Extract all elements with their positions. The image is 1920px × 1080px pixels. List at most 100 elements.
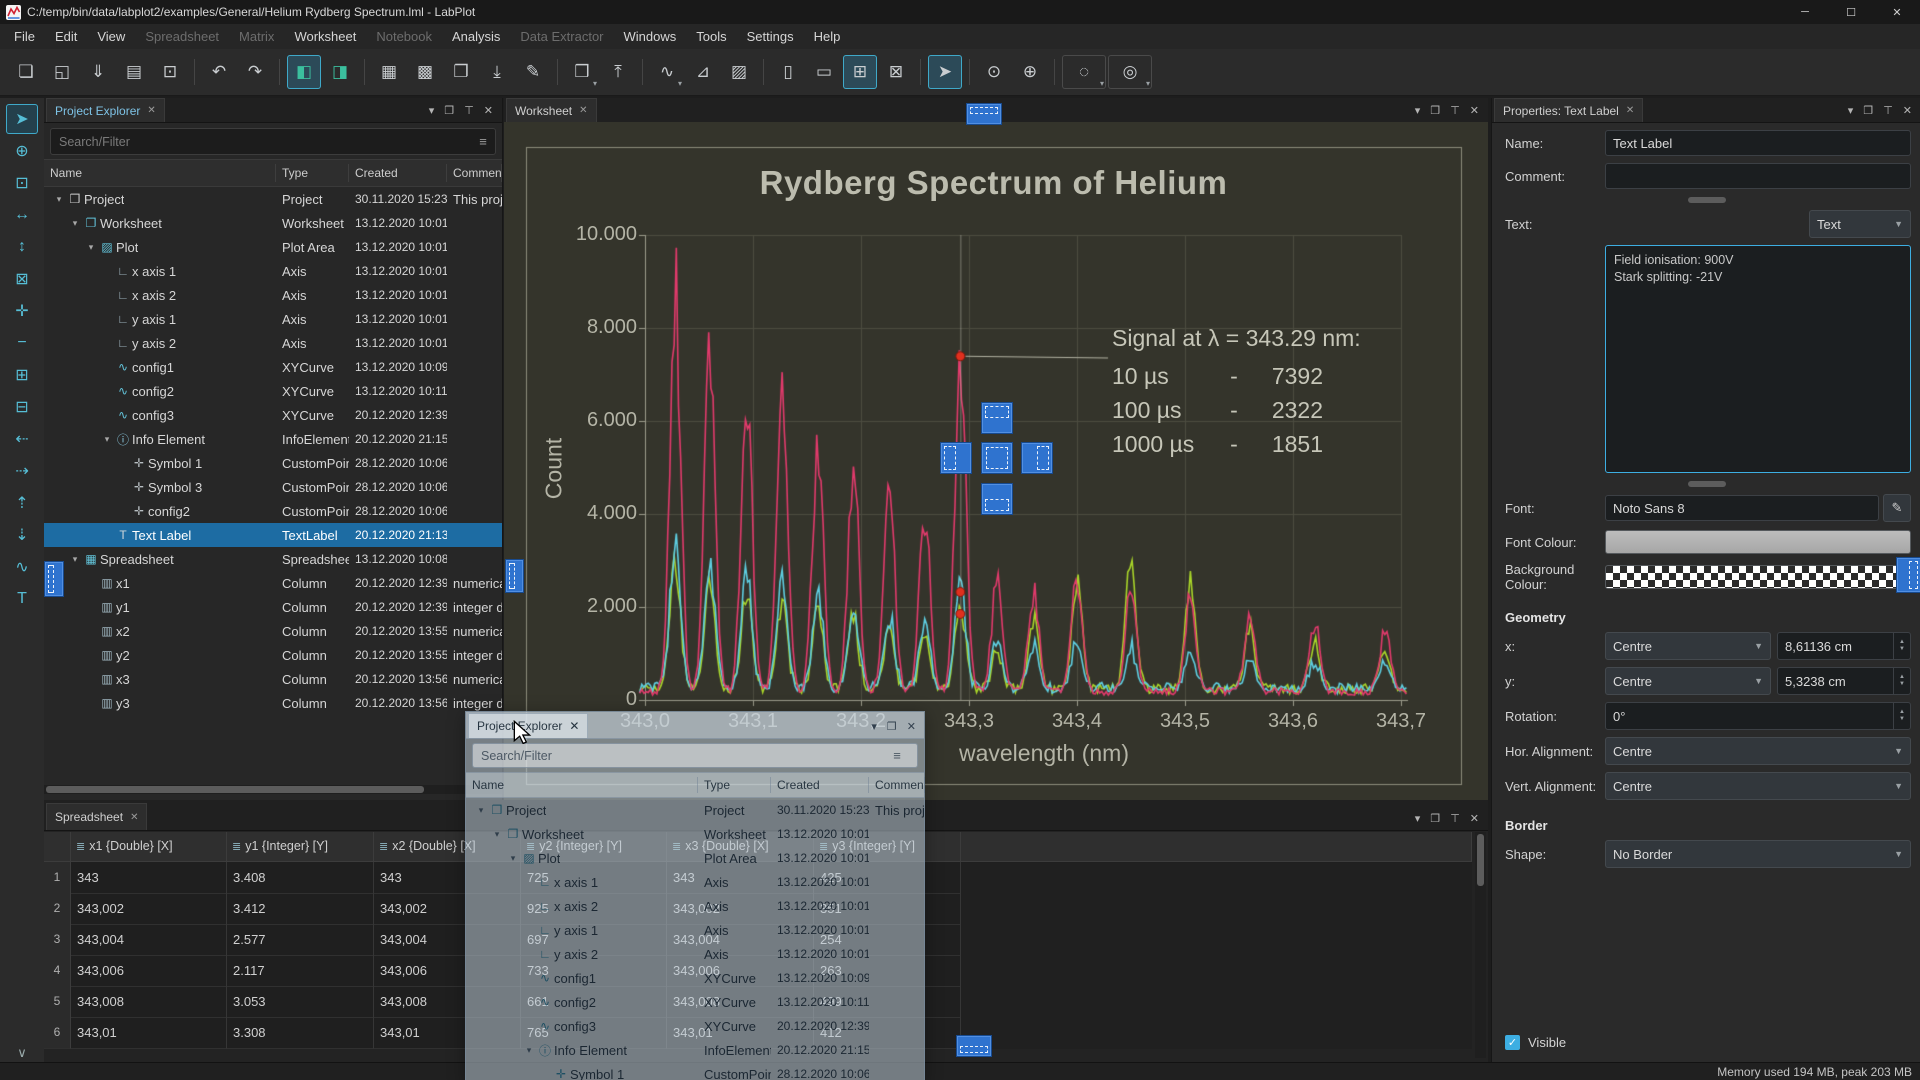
grid-layout-button[interactable]: ⊞ [843, 55, 877, 89]
save-project-button[interactable]: ⇓ [81, 55, 115, 89]
close-button[interactable]: ✕ [1874, 0, 1920, 24]
splitter-handle[interactable] [1688, 481, 1726, 487]
tree-row[interactable]: ▾❒ProjectProject30.11.2020 15:23This pro… [44, 187, 502, 211]
table-cell[interactable]: 3.408 [227, 862, 374, 894]
pointer-tool[interactable]: ➤ [6, 104, 38, 134]
zoom-mode-button[interactable]: ◎▾ [1108, 55, 1152, 89]
zoom-fit-button[interactable]: ⊕ [1013, 55, 1047, 89]
zoom-out-tool[interactable]: − [6, 328, 38, 358]
dock-pin-icon[interactable]: ⊤ [464, 104, 474, 117]
print-preview-button[interactable]: ⊡ [153, 55, 187, 89]
tree-row[interactable]: ∟x axis 2Axis13.12.2020 10:01 [44, 283, 502, 307]
comment-input[interactable] [1605, 163, 1911, 189]
menu-view[interactable]: View [87, 24, 135, 49]
dock-pin-icon[interactable]: ⊤ [1450, 812, 1460, 825]
new-worksheet-button[interactable]: ❐ [444, 55, 478, 89]
expander-icon[interactable]: ▾ [100, 434, 114, 445]
tree-row[interactable]: ∟y axis 1Axis13.12.2020 10:01 [44, 307, 502, 331]
split-view-button[interactable]: ◨ [323, 55, 357, 89]
minimize-button[interactable]: ─ [1782, 0, 1828, 24]
column-header-type[interactable]: Type [698, 777, 771, 793]
dock-menu-icon[interactable]: ▾ [429, 104, 435, 117]
shift-down-y-tool[interactable]: ⇣ [6, 520, 38, 550]
pointer-mode-button[interactable]: ➤ [928, 55, 962, 89]
new-object-button[interactable]: ❒▾ [565, 55, 599, 89]
tree-row[interactable]: ∿config3XYCurve20.12.2020 12:39 [44, 403, 502, 427]
table-cell[interactable]: 3.308 [227, 1017, 374, 1049]
tree-row[interactable]: ▥x3Column20.12.2020 13:56numerical [44, 667, 502, 691]
column-header-commen[interactable]: Commen [447, 164, 502, 182]
tree-row[interactable]: ▾▨PlotPlot Area13.12.2020 10:01 [466, 846, 924, 870]
plot-title[interactable]: Rydberg Spectrum of Helium [526, 164, 1461, 202]
spin-arrows-icon[interactable]: ▲▼ [1893, 703, 1910, 729]
tree-row[interactable]: ✛Symbol 3CustomPoint28.12.2020 10:06 [44, 475, 502, 499]
expander-icon[interactable]: ▾ [506, 853, 520, 864]
tab-close-icon[interactable]: ✕ [147, 105, 155, 116]
x-axis-label[interactable]: wavelength (nm) [894, 740, 1194, 767]
horizontal-layout-button[interactable]: ▭ [807, 55, 841, 89]
maximize-button[interactable]: ☐ [1828, 0, 1874, 24]
spin-arrows-icon[interactable]: ▲▼ [1893, 668, 1910, 694]
menu-edit[interactable]: Edit [45, 24, 87, 49]
spin-arrows-icon[interactable]: ▲▼ [1893, 633, 1910, 659]
x-offset-spinbox[interactable]: 8,61136 cm ▲▼ [1777, 632, 1911, 660]
menu-settings[interactable]: Settings [737, 24, 804, 49]
dock-pin-icon[interactable]: ⊤ [1883, 104, 1893, 117]
tree-row[interactable]: ∟y axis 1Axis13.12.2020 10:01 [466, 918, 924, 942]
row-number[interactable]: 2 [44, 893, 71, 925]
menu-help[interactable]: Help [804, 24, 851, 49]
expander-icon[interactable]: ▾ [474, 805, 488, 816]
column-header-created[interactable]: Created [349, 164, 447, 182]
tab-properties[interactable]: Properties: Text Label ✕ [1494, 98, 1643, 122]
auto-scale-tool[interactable]: ⊠ [6, 264, 38, 294]
shift-left-x-tool[interactable]: ⇠ [6, 424, 38, 454]
font-colour-swatch[interactable] [1605, 530, 1911, 554]
menu-worksheet[interactable]: Worksheet [284, 24, 366, 49]
row-number[interactable]: 6 [44, 1017, 71, 1049]
open-project-button[interactable]: ◱ [45, 55, 79, 89]
tree-row[interactable]: ∟x axis 2Axis13.12.2020 10:01 [466, 894, 924, 918]
toolbar-overflow-icon[interactable]: ∨ [0, 1045, 44, 1061]
y-position-combobox[interactable]: Centre▼ [1605, 667, 1771, 695]
tree-row[interactable]: ▥x1Column20.12.2020 12:39numerical [44, 571, 502, 595]
column-header-name[interactable]: Name [466, 777, 698, 793]
scrollbar-handle[interactable] [46, 786, 424, 793]
data-picker-button[interactable]: ✎ [516, 55, 550, 89]
row-number[interactable]: 3 [44, 924, 71, 956]
tree-row[interactable]: ∟y axis 2Axis13.12.2020 10:01 [466, 942, 924, 966]
zoom-out-x-tool[interactable]: ⊟ [6, 392, 38, 422]
tree-row[interactable]: ▥y2Column20.12.2020 13:55integer da [44, 643, 502, 667]
dock-menu-icon[interactable]: ▾ [1415, 104, 1421, 117]
column-header-name[interactable]: Name [44, 164, 276, 182]
vertical-layout-button[interactable]: ▯ [771, 55, 805, 89]
splitter-handle[interactable] [1688, 197, 1726, 203]
tree-row[interactable]: ▾ⓘInfo ElementInfoElement20.12.2020 21:1… [466, 1038, 924, 1062]
shift-right-x-tool[interactable]: ⇢ [6, 456, 38, 486]
tab-close-icon[interactable]: ✕ [1626, 105, 1634, 116]
tree-row[interactable]: ▥y3Column20.12.2020 13:56integer da [44, 691, 502, 715]
table-cell[interactable]: 3.053 [227, 986, 374, 1018]
tree-row[interactable]: ✛config2CustomPoint28.12.2020 10:06 [44, 499, 502, 523]
add-curve-tool[interactable]: ∿ [6, 552, 38, 582]
zoom-in-tool[interactable]: ✛ [6, 296, 38, 326]
tree-row[interactable]: ✛Symbol 1CustomPoint28.12.2020 10:06 [44, 451, 502, 475]
tree-row[interactable]: ▾▨PlotPlot Area13.12.2020 10:01 [44, 235, 502, 259]
info-element-label[interactable]: Signal at λ = 343.29 nm: 10 µs-7392100 µ… [1112, 325, 1412, 461]
expander-icon[interactable]: ▾ [490, 829, 504, 840]
expander-icon[interactable]: ▾ [84, 242, 98, 253]
tree-row[interactable]: ▾ⓘInfo ElementInfoElement20.12.2020 21:1… [44, 427, 502, 451]
column-header-created[interactable]: Created [771, 777, 869, 793]
border-shape-combobox[interactable]: No Border▼ [1605, 840, 1911, 868]
dock-menu-icon[interactable]: ▾ [871, 720, 877, 733]
dock-menu-icon[interactable]: ▾ [1848, 104, 1854, 117]
expander-icon[interactable]: ▾ [68, 554, 82, 565]
expander-icon[interactable]: ▾ [68, 218, 82, 229]
zoom-in-x-tool[interactable]: ⊞ [6, 360, 38, 390]
horizontal-alignment-combobox[interactable]: Centre▼ [1605, 737, 1911, 765]
crosshair-mode-button[interactable]: ⊙ [977, 55, 1011, 89]
shift-up-y-tool[interactable]: ⇡ [6, 488, 38, 518]
tree-row[interactable]: ▾❐WorksheetWorksheet13.12.2020 10:01 [44, 211, 502, 235]
background-colour-swatch[interactable] [1605, 565, 1911, 589]
import-data-button[interactable]: ⤓ [480, 55, 514, 89]
table-cell[interactable]: 2.117 [227, 955, 374, 987]
